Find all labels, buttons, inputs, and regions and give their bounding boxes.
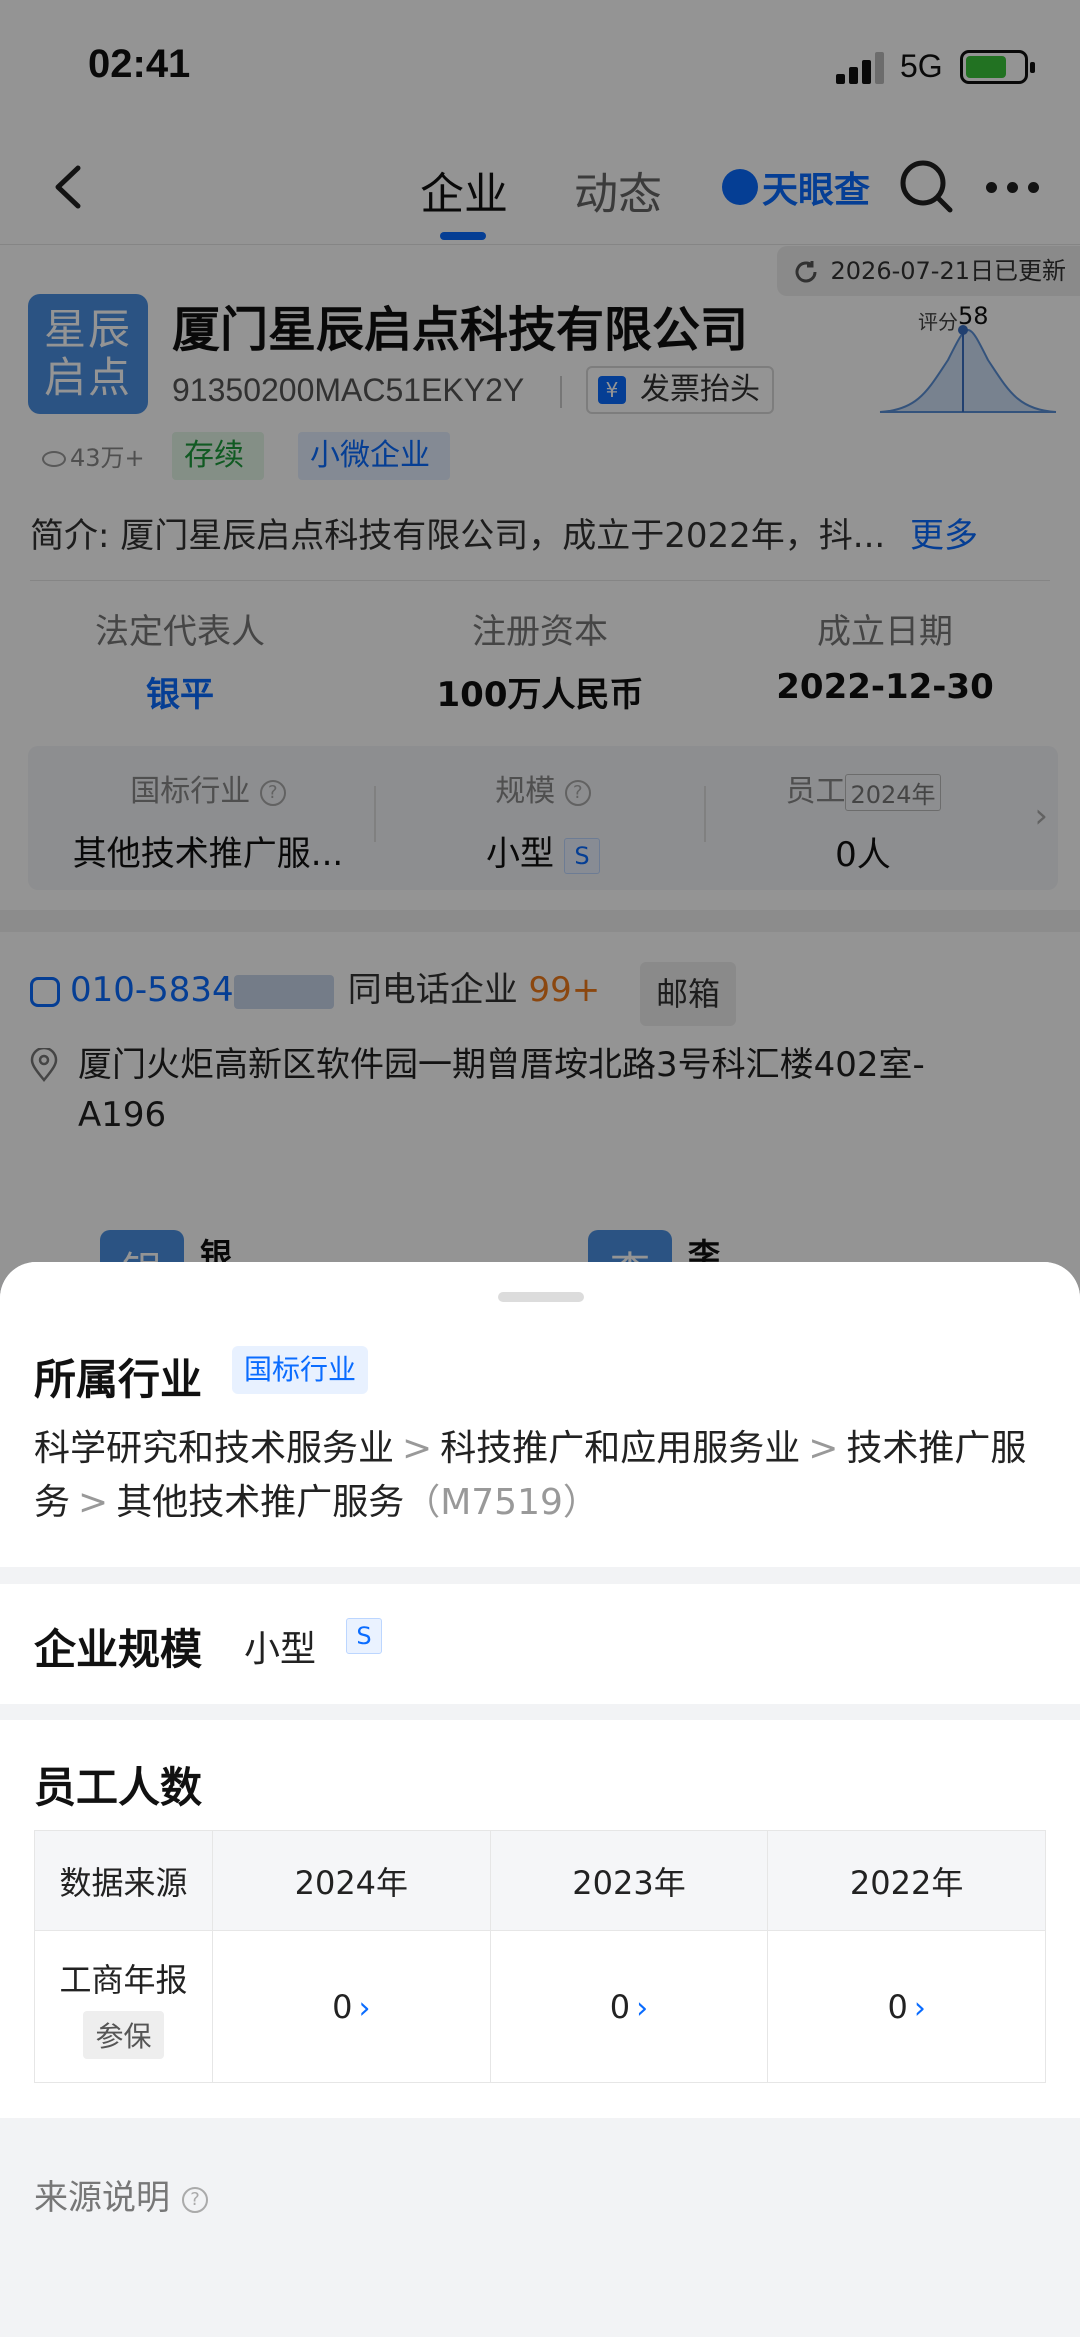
chevron-right-icon: › <box>913 1990 926 2026</box>
table-header-cell: 数据来源 <box>34 1830 213 1931</box>
table-header-cell: 2024年 <box>212 1830 491 1931</box>
value-cell[interactable]: 0 › <box>767 1930 1046 2083</box>
help-icon[interactable]: ? <box>182 2186 208 2213</box>
scale-badge: S <box>346 1618 382 1654</box>
value-cell[interactable]: 0 › <box>489 1930 769 2083</box>
industry-detail-sheet: 所属行业 国标行业 科学研究和技术服务业 > 科技推广和应用服务业 > 技术推广服务 > 其… <box>0 1262 1080 2337</box>
source-cell: 工商年报 参保 <box>34 1930 213 2083</box>
scale-title: 企业规模 <box>34 1625 203 1674</box>
chevron-right-icon: › <box>358 1990 371 2026</box>
employee-title: 员工人数 <box>34 1763 203 1812</box>
industry-title: 所属行业 <box>34 1355 203 1404</box>
table-row: 工商年报 参保 0 › 0 › 0 › <box>34 1930 1046 2083</box>
standard-industry-tag: 国标行业 <box>232 1346 369 1394</box>
employee-table: 数据来源 2024年 2023年 2022年 工商年报 参保 0 › 0 › 0 › <box>34 1830 1046 2083</box>
scale-value: 小型 <box>244 1629 317 1670</box>
insured-tag: 参保 <box>83 2010 164 2059</box>
table-header-cell: 2022年 <box>767 1830 1046 1931</box>
source-note[interactable]: 来源说明? <box>34 2170 208 2219</box>
scale-section: 企业规模 小型 S <box>0 1584 1080 1704</box>
chevron-right-icon: › <box>636 1990 649 2026</box>
industry-path: 科学研究和技术服务业 > 科技推广和应用服务业 > 技术推广服务 > 其他技术推广服务（M7… <box>34 1428 1027 1523</box>
table-header-cell: 2023年 <box>489 1830 769 1931</box>
sheet-drag-handle[interactable] <box>498 1292 584 1302</box>
industry-section: 所属行业 国标行业 科学研究和技术服务业 > 科技推广和应用服务业 > 技术推广服务 > 其… <box>0 1262 1080 1567</box>
value-cell[interactable]: 0 › <box>212 1930 491 2083</box>
table-header-row: 数据来源 2024年 2023年 2022年 <box>34 1830 1046 1931</box>
employee-section: 员工人数 数据来源 2024年 2023年 2022年 工商年报 参保 0 › 0… <box>0 1720 1080 2118</box>
industry-code: （M7519） <box>404 1482 599 1523</box>
